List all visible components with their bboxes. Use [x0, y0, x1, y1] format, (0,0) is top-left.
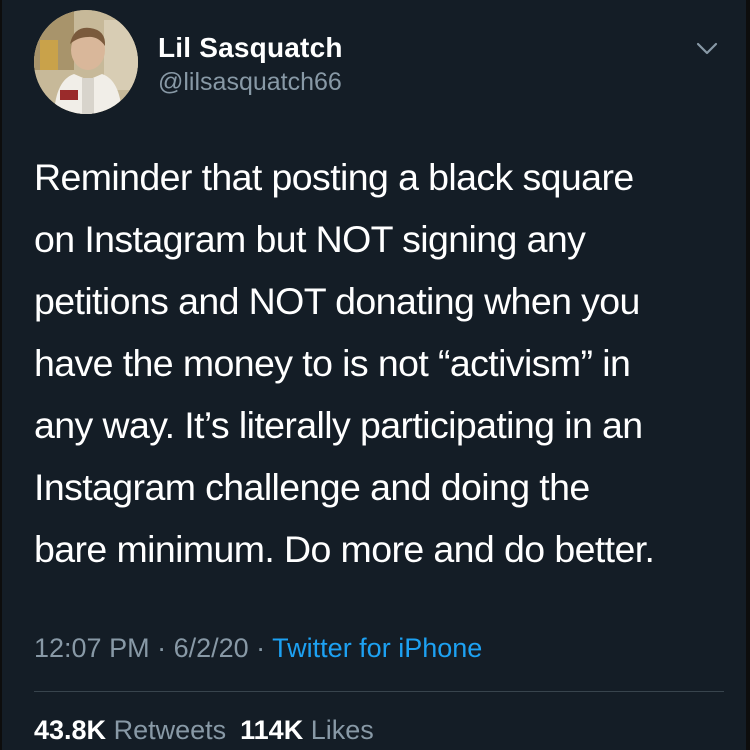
display-name[interactable]: Lil Sasquatch: [158, 32, 343, 64]
tweet-text-line: have the money to is not “activism” in: [34, 342, 631, 384]
chevron-down-icon[interactable]: [696, 42, 718, 56]
tweet-text-line: petitions and NOT donating when you: [34, 280, 640, 322]
meta-separator: ·: [248, 633, 273, 663]
tweet-text-line: bare minimum. Do more and do better.: [34, 528, 655, 570]
likes-label: Likes: [310, 715, 374, 745]
user-handle[interactable]: @lilsasquatch66: [158, 66, 343, 98]
likes-stat[interactable]: 114K Likes: [240, 715, 374, 745]
avatar-photo-icon: [34, 10, 138, 114]
tweet-time[interactable]: 12:07 PM: [34, 633, 150, 663]
tweet-text-line: Instagram challenge and doing the: [34, 466, 590, 508]
tweet-source-link[interactable]: Twitter for iPhone: [272, 633, 482, 663]
user-name-block: Lil Sasquatch @lilsasquatch66: [158, 32, 343, 98]
tweet-text-line: any way. It’s literally participating in…: [34, 404, 643, 446]
divider: [34, 691, 724, 692]
retweets-count: 43.8K: [34, 715, 107, 745]
tweet-date[interactable]: 6/2/20: [174, 633, 249, 663]
tweet-header: Lil Sasquatch @lilsasquatch66: [34, 10, 726, 118]
tweet-text-line: Reminder that posting a black square: [34, 156, 634, 198]
retweets-label: Retweets: [113, 715, 227, 745]
tweet-text-line: on Instagram but NOT signing any: [34, 218, 586, 260]
tweet-card: Lil Sasquatch @lilsasquatch66 Reminder t…: [0, 0, 750, 750]
retweets-stat[interactable]: 43.8K Retweets: [34, 715, 226, 745]
tweet-text: Reminder that posting a black square on …: [34, 146, 734, 580]
tweet-meta: 12:07 PM · 6/2/20 · Twitter for iPhone: [34, 630, 482, 666]
meta-separator: ·: [149, 633, 174, 663]
tweet-stats: 43.8K Retweets 114K Likes: [34, 712, 374, 748]
avatar[interactable]: [34, 10, 138, 114]
likes-count: 114K: [240, 715, 304, 745]
